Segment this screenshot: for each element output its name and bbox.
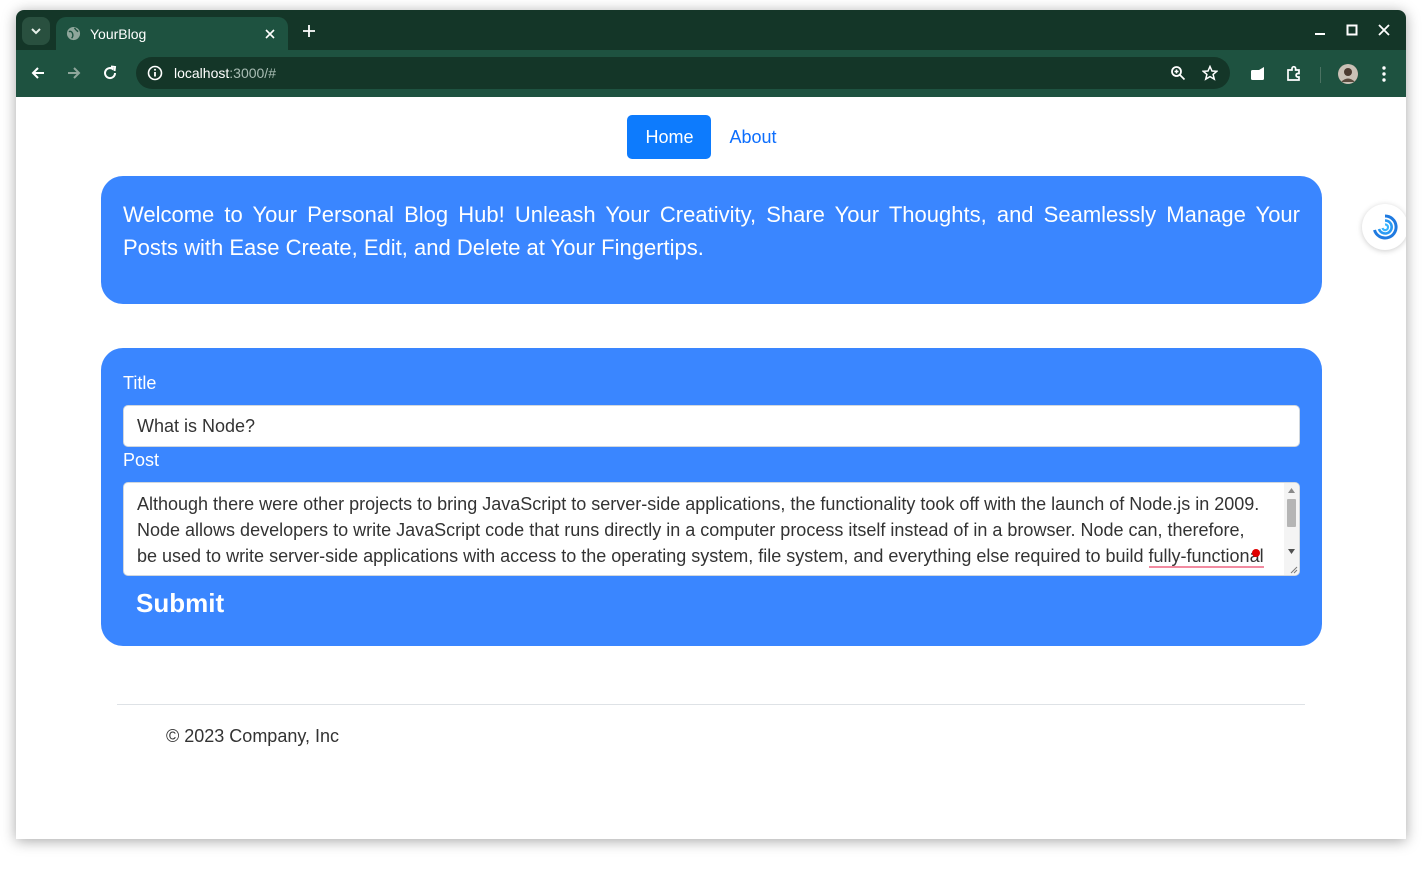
title-input[interactable] xyxy=(123,405,1300,447)
chevron-down-icon xyxy=(31,28,41,35)
browser-toolbar: localhost:3000/# xyxy=(16,50,1406,97)
site-nav: Home About xyxy=(16,115,1406,159)
address-bar-actions xyxy=(1158,62,1222,84)
title-label: Title xyxy=(123,373,157,393)
resize-grip-icon[interactable] xyxy=(1288,564,1298,574)
welcome-banner: Welcome to Your Personal Blog Hub! Unlea… xyxy=(101,176,1322,304)
post-textarea[interactable]: Although there were other projects to br… xyxy=(123,482,1300,576)
avatar-icon xyxy=(1338,64,1358,84)
tab-title: YourBlog xyxy=(90,25,147,42)
maximize-icon xyxy=(1346,24,1358,36)
textarea-scrollbar[interactable] xyxy=(1284,483,1299,575)
arrow-left-icon xyxy=(31,67,44,79)
url-path: :3000/# xyxy=(229,65,276,81)
window-controls xyxy=(1304,18,1400,42)
forward-button[interactable] xyxy=(62,61,86,85)
kebab-menu-icon xyxy=(1382,66,1386,82)
globe-icon xyxy=(66,26,81,41)
media-extension-icon[interactable] xyxy=(1246,62,1270,86)
spellcheck-flagged-word: fully-functional xyxy=(1148,546,1264,568)
minimize-button[interactable] xyxy=(1304,18,1336,42)
tab-strip: YourBlog xyxy=(16,10,1406,50)
footer-divider xyxy=(117,704,1305,705)
url-text: localhost:3000/# xyxy=(174,65,276,81)
extensions-puzzle-icon[interactable] xyxy=(1282,62,1306,86)
url-host: localhost xyxy=(174,65,230,81)
scroll-down-arrow-icon[interactable] xyxy=(1287,547,1296,556)
assistant-widget-button[interactable] xyxy=(1362,204,1406,250)
close-window-button[interactable] xyxy=(1368,18,1400,42)
plus-icon xyxy=(303,25,315,37)
nav-home-link[interactable]: Home xyxy=(627,115,712,159)
minimize-icon xyxy=(1315,33,1325,35)
menu-button[interactable] xyxy=(1372,62,1396,86)
post-form: Title Post Although there were other pro… xyxy=(101,348,1322,646)
post-text: Although there were other projects to br… xyxy=(137,491,1267,569)
page-content: Home About Welcome to Your Personal Blog… xyxy=(16,97,1406,839)
submit-button[interactable]: Submit xyxy=(136,588,224,619)
post-text-main: Although there were other projects to br… xyxy=(137,494,1260,566)
scroll-up-arrow-icon[interactable] xyxy=(1287,486,1296,495)
profile-avatar[interactable] xyxy=(1336,62,1360,86)
new-tab-button[interactable] xyxy=(298,20,320,42)
browser-tab[interactable]: YourBlog xyxy=(56,17,288,50)
browser-window: YourBlog localhost:3000/# Home About Wel… xyxy=(16,10,1406,839)
back-button[interactable] xyxy=(26,61,50,85)
reload-button[interactable] xyxy=(98,61,122,85)
site-info-icon[interactable] xyxy=(146,64,164,82)
close-icon xyxy=(1378,24,1390,36)
grammar-indicator-dot[interactable] xyxy=(1252,549,1260,557)
footer-copyright: © 2023 Company, Inc xyxy=(166,726,340,746)
zoom-icon[interactable] xyxy=(1166,62,1190,84)
reload-icon xyxy=(104,65,117,80)
bookmark-star-icon[interactable] xyxy=(1198,62,1222,84)
close-icon[interactable] xyxy=(260,24,280,44)
post-label: Post xyxy=(123,450,160,470)
address-bar[interactable]: localhost:3000/# xyxy=(136,57,1230,89)
scroll-thumb[interactable] xyxy=(1287,499,1296,527)
arrow-right-icon xyxy=(68,67,81,79)
toolbar-separator xyxy=(1320,67,1321,83)
nav-about-link[interactable]: About xyxy=(711,115,794,159)
swirl-logo-icon xyxy=(1373,214,1398,240)
welcome-text: Welcome to Your Personal Blog Hub! Unlea… xyxy=(123,202,1300,260)
tab-search-button[interactable] xyxy=(22,17,50,45)
maximize-button[interactable] xyxy=(1336,18,1368,42)
